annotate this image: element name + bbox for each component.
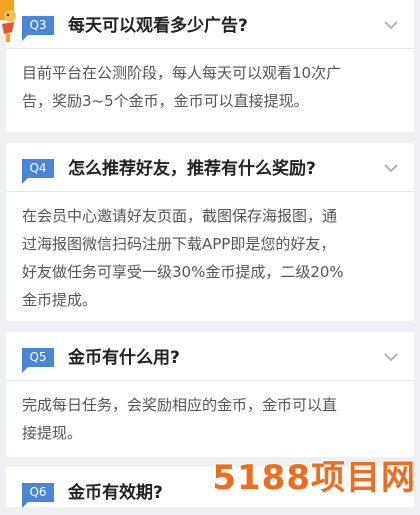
answer-line: 接提现。 [22,424,83,442]
divider [6,191,414,192]
question-title: 每天可以观看多少广告? [68,16,248,36]
question-badge: Q3 [22,16,54,41]
answer-text: 在会员中心邀请好友页面，截图保存海报图，通 过海报图微信扫码注册下载APP即是您… [22,202,398,314]
faq-question-q4[interactable]: Q4 怎么推荐好友，推荐有什么奖励? [6,143,414,191]
answer-line: 金币提成。 [22,291,98,309]
faq-card-q3[interactable]: Q3 每天可以观看多少广告? 目前平台在公测阶段，每人每天可以观看10次广 告，… [6,0,414,132]
answer-line: 好友做任务可享受一级30%金币提成，二级20% [22,263,344,281]
question-badge: Q5 [22,348,54,373]
question-title: 金币有效期? [68,483,163,503]
faq-question-q3[interactable]: Q3 每天可以观看多少广告? [6,0,414,48]
answer-line: 完成每日任务，会奖励相应的金币，金币可以直 [22,396,338,414]
answer-text: 目前平台在公测阶段，每人每天可以观看10次广 告，奖励3~5个金币，金币可以直接… [22,59,398,115]
question-badge: Q6 [22,483,54,508]
divider [6,48,414,49]
question-title: 怎么推荐好友，推荐有什么奖励? [68,159,316,179]
chevron-down-icon[interactable] [382,159,400,177]
chevron-down-icon[interactable] [382,348,400,366]
mascot-decoration-icon [0,0,16,42]
question-title: 金币有什么用? [68,348,180,368]
chevron-down-icon[interactable] [382,16,400,34]
answer-text: 完成每日任务，会奖励相应的金币，金币可以直 接提现。 [22,391,398,447]
answer-line: 告，奖励3~5个金币，金币可以直接提现。 [22,92,309,110]
faq-question-q5[interactable]: Q5 金币有什么用? [6,332,414,380]
answer-line: 过海报图微信扫码注册下载APP即是您的好友， [22,235,336,253]
question-badge: Q4 [22,159,54,184]
watermark-logo: 5188项目网 [212,458,416,498]
answer-line: 目前平台在公测阶段，每人每天可以观看10次广 [22,64,342,82]
faq-card-q5[interactable]: Q5 金币有什么用? 完成每日任务，会奖励相应的金币，金币可以直 接提现。 [6,332,414,457]
faq-card-q4[interactable]: Q4 怎么推荐好友，推荐有什么奖励? 在会员中心邀请好友页面，截图保存海报图，通… [6,143,414,321]
divider [6,380,414,381]
answer-line: 在会员中心邀请好友页面，截图保存海报图，通 [22,207,338,225]
